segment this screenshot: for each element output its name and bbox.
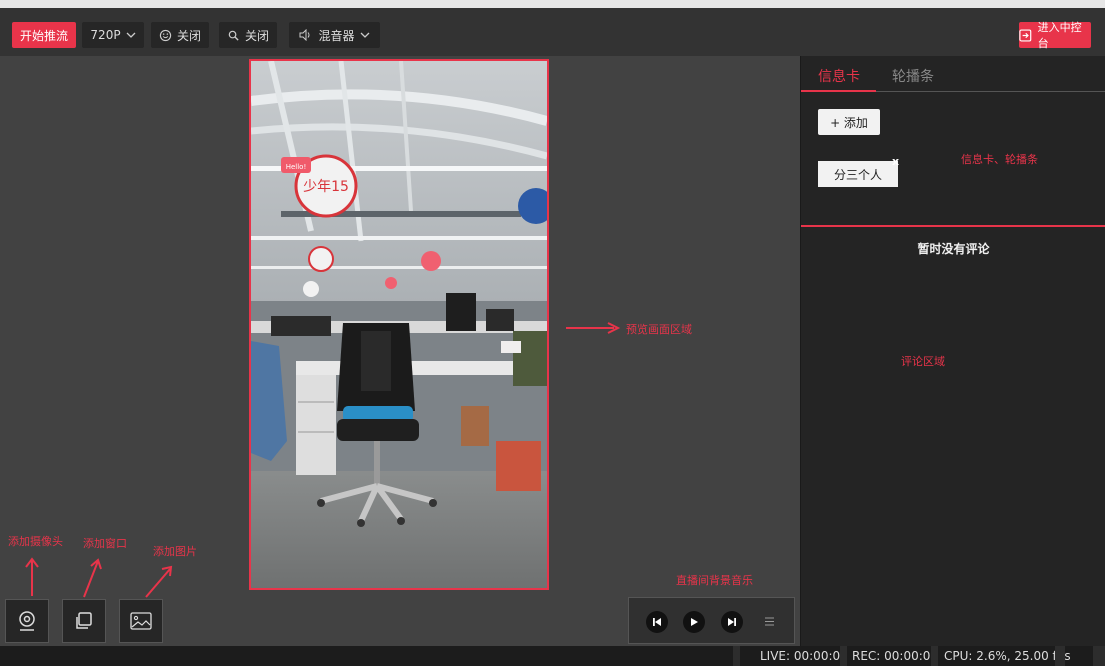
camera-preview-image: 少年15 Hello! bbox=[251, 61, 547, 588]
filter-toggle-button[interactable]: 关闭 bbox=[219, 22, 277, 48]
play-button[interactable] bbox=[683, 611, 705, 633]
background-music-player bbox=[628, 597, 795, 644]
camera-note: 添加摄像头 bbox=[8, 535, 63, 548]
previous-track-button[interactable] bbox=[646, 611, 668, 633]
status-separator bbox=[733, 646, 740, 666]
next-track-button[interactable] bbox=[721, 611, 743, 633]
chevron-down-icon bbox=[360, 32, 369, 38]
start-stream-button[interactable]: 开始推流 bbox=[12, 22, 76, 48]
sign-logo-text: 少年15 bbox=[303, 179, 349, 195]
status-separator bbox=[840, 646, 847, 666]
right-sidebar: 信息卡 轮播条 + 添加 分三个人 x 信息卡、轮播条 暂时没有评论 评论区域 bbox=[800, 56, 1105, 646]
window-note: 添加窗口 bbox=[83, 537, 127, 550]
preview-canvas[interactable]: 少年15 Hello! bbox=[249, 59, 549, 590]
status-separator bbox=[931, 646, 938, 666]
comments-area-note: 评论区域 bbox=[901, 355, 945, 368]
mixer-select[interactable]: 混音器 bbox=[289, 22, 380, 48]
tab-info-card[interactable]: 信息卡 bbox=[818, 66, 860, 86]
resolution-value: 720P bbox=[90, 28, 121, 42]
status-separator bbox=[1093, 646, 1105, 666]
live-timer: LIVE: 00:00:00 bbox=[760, 649, 848, 663]
image-note: 添加图片 bbox=[153, 545, 197, 558]
mixer-label: 混音器 bbox=[318, 28, 355, 43]
toolbar: 开始推流 720P 关闭 关闭 混音器 进入中控台 bbox=[0, 8, 1105, 57]
info-panel-note: 信息卡、轮播条 bbox=[961, 153, 1038, 166]
info-card-label: 分三个人 bbox=[833, 167, 882, 182]
resolution-select[interactable]: 720P bbox=[82, 22, 144, 48]
music-note: 直播间背景音乐 bbox=[676, 574, 753, 587]
smile-face-icon bbox=[159, 29, 172, 41]
image-icon bbox=[130, 612, 152, 630]
add-window-button[interactable] bbox=[62, 599, 106, 643]
cpu-fps: CPU: 2.6%, 25.00 fps bbox=[944, 649, 1071, 663]
speaker-icon bbox=[299, 29, 310, 41]
rec-timer: REC: 00:00:00 bbox=[852, 649, 939, 663]
window-top-edge bbox=[0, 0, 1105, 8]
beauty-state-label: 关闭 bbox=[176, 28, 201, 43]
preview-arrow-icon bbox=[566, 322, 621, 334]
camera-icon bbox=[19, 611, 35, 631]
previous-icon bbox=[653, 618, 661, 626]
filter-state-label: 关闭 bbox=[244, 28, 269, 43]
comments-divider bbox=[801, 225, 1105, 227]
enter-icon bbox=[1019, 29, 1032, 41]
window-arrow-icon bbox=[83, 558, 102, 598]
chevron-down-icon bbox=[126, 32, 136, 38]
preview-area-note: 预览画面区域 bbox=[626, 323, 692, 336]
tab-ticker[interactable]: 轮播条 bbox=[892, 66, 934, 86]
svg-text:Hello!: Hello! bbox=[286, 163, 307, 171]
start-stream-label: 开始推流 bbox=[19, 28, 68, 43]
next-icon bbox=[728, 618, 736, 626]
status-separator bbox=[1055, 646, 1065, 666]
playlist-menu-icon[interactable] bbox=[764, 617, 775, 626]
magic-wand-icon bbox=[228, 30, 239, 41]
add-image-button[interactable] bbox=[119, 599, 163, 643]
camera-arrow-icon bbox=[25, 557, 39, 596]
window-icon bbox=[76, 612, 92, 629]
add-card-button[interactable]: + 添加 bbox=[818, 109, 880, 135]
enter-console-label: 进入中控台 bbox=[1037, 21, 1082, 50]
enter-console-button[interactable]: 进入中控台 bbox=[1019, 21, 1091, 50]
beauty-toggle-button[interactable]: 关闭 bbox=[151, 22, 209, 48]
info-card-item[interactable]: 分三个人 bbox=[818, 161, 898, 187]
status-bar: LIVE: 00:00:00 REC: 00:00:00 CPU: 2.6%, … bbox=[0, 646, 1105, 666]
image-arrow-icon bbox=[145, 565, 173, 598]
play-icon bbox=[691, 618, 698, 626]
active-tab-indicator bbox=[801, 90, 876, 92]
add-camera-button[interactable] bbox=[5, 599, 49, 643]
close-icon[interactable]: x bbox=[892, 155, 899, 168]
comments-empty-text: 暂时没有评论 bbox=[917, 242, 990, 256]
